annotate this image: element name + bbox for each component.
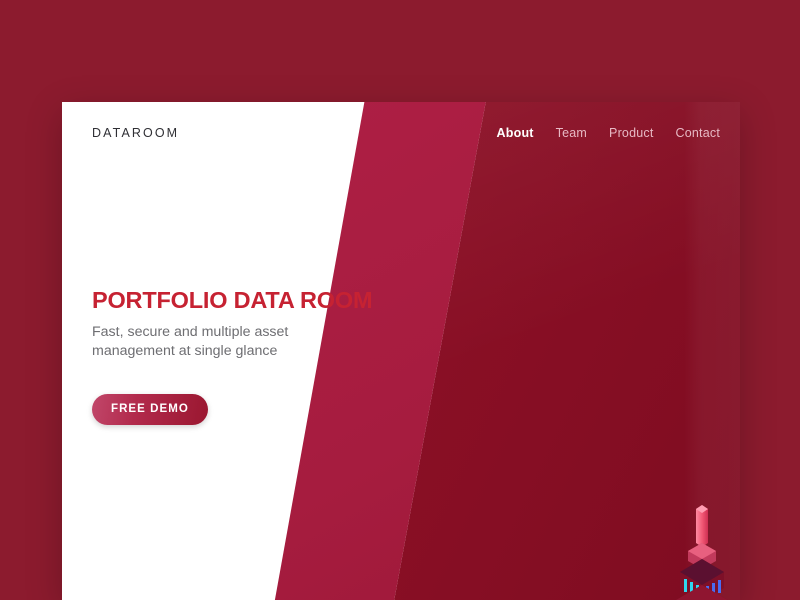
nav-item-team[interactable]: Team <box>556 126 587 140</box>
brand-logo[interactable]: DATAROOM <box>92 126 179 140</box>
hero-card: DATAROOM About Team Product Contact PORT… <box>62 102 740 600</box>
free-demo-button[interactable]: FREE DEMO <box>92 394 208 426</box>
main-navigation: About Team Product Contact <box>497 126 720 140</box>
nav-item-contact[interactable]: Contact <box>676 126 720 140</box>
nav-item-product[interactable]: Product <box>609 126 653 140</box>
hero-content: PORTFOLIO DATA ROOM Fast, secure and mul… <box>92 287 422 426</box>
hero-subtitle: Fast, secure and multiple asset manageme… <box>92 324 289 359</box>
isometric-skyscraper-icon <box>602 487 740 600</box>
nav-item-about[interactable]: About <box>497 126 534 140</box>
screenshot-stage: DATAROOM About Team Product Contact PORT… <box>0 0 800 600</box>
hero-headline: PORTFOLIO DATA ROOM <box>92 287 373 313</box>
site-header: DATAROOM About Team Product Contact <box>62 102 740 164</box>
